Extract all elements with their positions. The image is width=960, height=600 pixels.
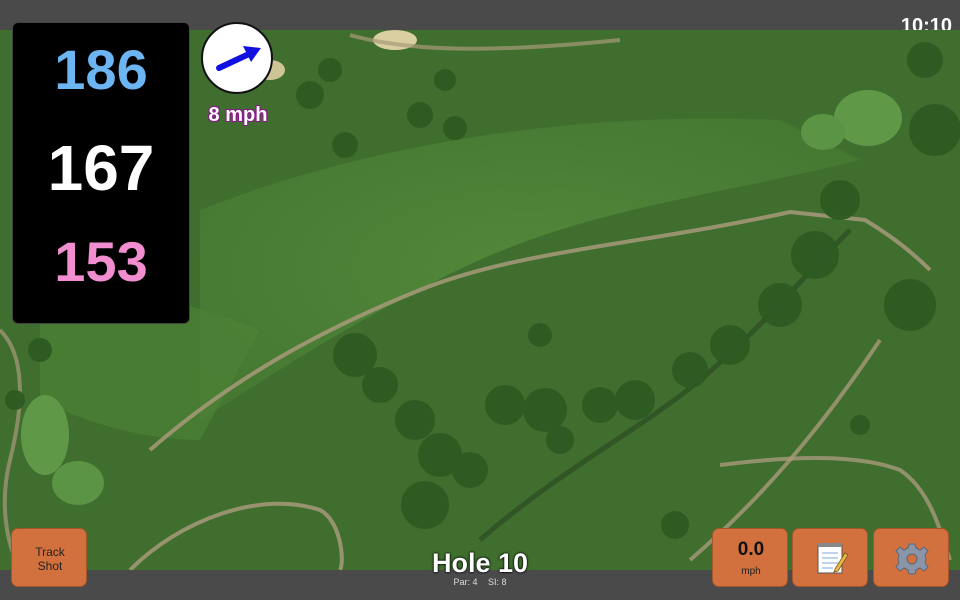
- notepad-icon: [817, 543, 849, 574]
- hole-stroke-index: SI: 8: [488, 577, 507, 587]
- front-of-green-distance: 153: [54, 230, 148, 293]
- wind-arrow-icon: [216, 46, 261, 71]
- speed-unit: mph: [741, 566, 761, 577]
- back-of-green-distance: 186: [54, 38, 148, 101]
- speed-value: 0.0: [737, 539, 765, 560]
- middle-of-green-distance: 167: [47, 132, 155, 204]
- hole-par: Par: 4: [453, 577, 478, 587]
- settings-button[interactable]: [873, 528, 949, 587]
- scorecard-notes-button[interactable]: [792, 528, 868, 587]
- hole-info: Par: 4 SI: 8: [400, 577, 560, 587]
- distance-panel: 186 167 153: [12, 22, 190, 324]
- track-shot-button[interactable]: Track Shot: [11, 528, 87, 587]
- track-shot-label-line1: Track: [35, 545, 65, 559]
- speed-button[interactable]: 0.0 mph: [712, 528, 788, 587]
- hole-title: Hole 10: [431, 548, 529, 578]
- track-shot-label-line2: Shot: [37, 559, 63, 573]
- wind-indicator: [201, 22, 273, 94]
- gear-icon: [895, 543, 929, 575]
- wind-speed: 8 mph: [208, 104, 268, 126]
